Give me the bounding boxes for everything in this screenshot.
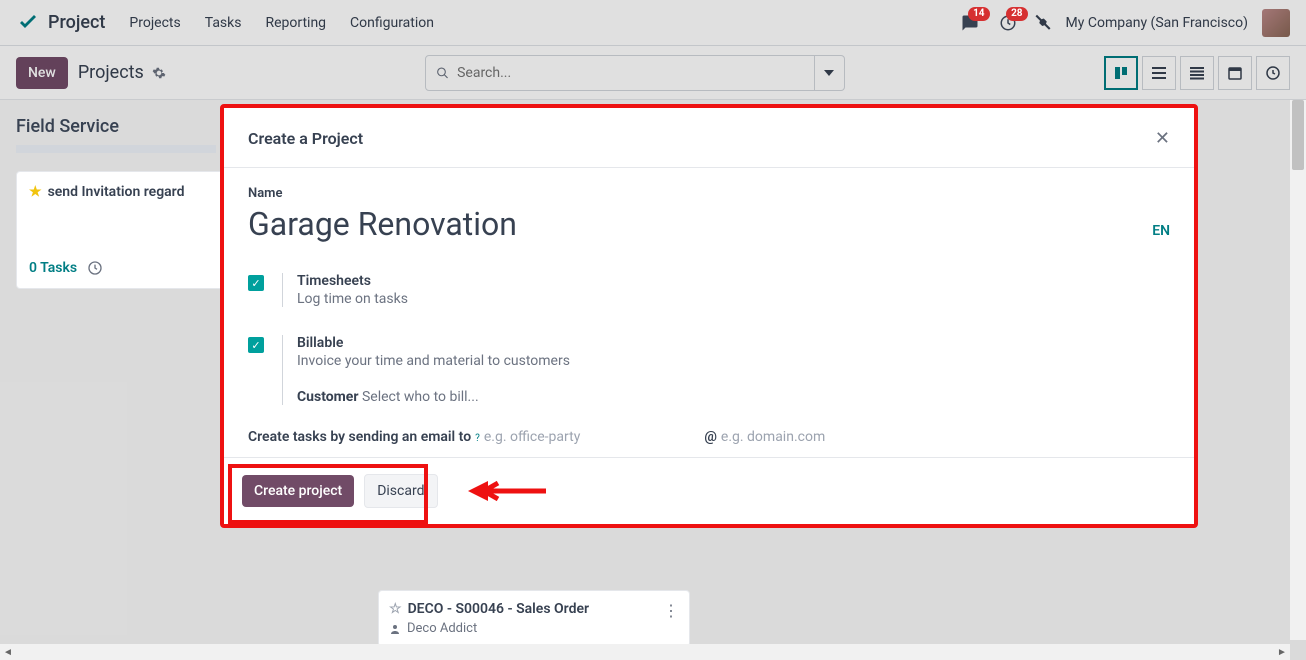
scroll-right-icon[interactable]: ► <box>1274 647 1290 658</box>
person-icon <box>389 623 401 635</box>
card-title: send Invitation regard <box>48 184 185 200</box>
scroll-left-icon[interactable]: ◄ <box>0 647 16 658</box>
discard-button[interactable]: Discard <box>364 474 437 508</box>
email-at: @ <box>704 429 717 445</box>
billable-title: Billable <box>297 335 570 351</box>
task-title: DECO - S00046 - Sales Order <box>408 601 589 617</box>
gear-icon[interactable] <box>152 66 166 80</box>
breadcrumb: Projects <box>78 62 144 83</box>
task-card[interactable]: ☆ DECO - S00046 - Sales Order Deco Addic… <box>378 590 690 647</box>
customer-label: Customer <box>297 389 358 405</box>
search-icon <box>436 66 449 80</box>
user-avatar[interactable] <box>1262 9 1290 37</box>
annotation-arrow-icon <box>466 479 546 503</box>
messages-badge: 14 <box>968 7 989 21</box>
modal-title: Create a Project <box>248 129 363 148</box>
vertical-scrollbar[interactable] <box>1290 100 1306 640</box>
view-switcher <box>1104 56 1290 90</box>
caret-down-icon <box>824 68 834 78</box>
nav-reporting[interactable]: Reporting <box>265 15 326 31</box>
name-row: EN <box>248 203 1170 245</box>
task-customer-row: Deco Addict <box>389 621 679 636</box>
star-icon[interactable]: ★ <box>29 184 42 200</box>
project-app-icon <box>16 11 40 35</box>
timesheets-title: Timesheets <box>297 273 408 289</box>
name-label: Name <box>248 186 1170 201</box>
view-calendar[interactable] <box>1218 56 1252 90</box>
email-alias-row: Create tasks by sending an email to ? e.… <box>248 429 1170 445</box>
customer-placeholder: Select who to bill... <box>362 389 479 405</box>
search-input[interactable] <box>457 65 804 81</box>
view-activity[interactable] <box>1256 56 1290 90</box>
kebab-icon[interactable]: ⋮ <box>663 601 679 620</box>
timesheets-desc: Log time on tasks <box>297 291 408 307</box>
top-nav: Project Projects Tasks Reporting Configu… <box>0 0 1306 46</box>
view-kanban[interactable] <box>1104 56 1138 90</box>
option-billable: ✓ Billable Invoice your time and materia… <box>248 335 1170 405</box>
email-alias-input[interactable]: e.g. office-party <box>484 429 580 445</box>
project-name-input[interactable] <box>248 203 888 245</box>
tasks-count[interactable]: 0 Tasks <box>29 260 77 276</box>
task-title-row: ☆ DECO - S00046 - Sales Order <box>389 601 679 617</box>
language-toggle[interactable]: EN <box>1152 223 1170 239</box>
nav-tasks[interactable]: Tasks <box>205 15 242 31</box>
create-project-modal: Create a Project ✕ Name EN ✓ Timesheets … <box>220 104 1198 528</box>
new-button[interactable]: New <box>16 57 68 89</box>
modal-body: Name EN ✓ Timesheets Log time on tasks ✓… <box>224 168 1194 457</box>
activities-badge: 28 <box>1006 7 1027 21</box>
company-selector[interactable]: My Company (San Francisco) <box>1066 15 1248 31</box>
scrollbar-thumb[interactable] <box>1292 100 1304 170</box>
create-project-button[interactable]: Create project <box>242 475 354 507</box>
messages-icon[interactable]: 14 <box>958 11 982 35</box>
control-panel: New Projects <box>0 46 1306 100</box>
activities-icon[interactable]: 28 <box>996 11 1020 35</box>
clock-icon[interactable] <box>87 260 103 276</box>
view-list2[interactable] <box>1180 56 1214 90</box>
topnav-right: 14 28 My Company (San Francisco) <box>958 9 1290 37</box>
progress-bar <box>16 145 216 153</box>
help-icon[interactable]: ? <box>475 433 480 444</box>
nav-projects[interactable]: Projects <box>129 15 180 31</box>
search-box[interactable] <box>425 55 815 91</box>
email-prefix: Create tasks by sending an email to <box>248 429 471 445</box>
customer-row[interactable]: Customer Select who to bill... <box>297 389 570 405</box>
star-outline-icon[interactable]: ☆ <box>389 601 402 617</box>
modal-footer: Create project Discard <box>224 457 1194 524</box>
billable-desc: Invoice your time and material to custom… <box>297 353 570 369</box>
search-wrap <box>425 55 845 91</box>
option-timesheets-body: Timesheets Log time on tasks <box>282 273 408 307</box>
modal-header: Create a Project ✕ <box>224 108 1194 168</box>
horizontal-scrollbar[interactable]: ◄ ► <box>0 644 1290 660</box>
search-options-toggle[interactable] <box>815 55 845 91</box>
email-domain-input[interactable]: e.g. domain.com <box>721 429 825 445</box>
checkbox-timesheets[interactable]: ✓ <box>248 275 264 291</box>
scroll-track[interactable] <box>16 644 1274 660</box>
nav-configuration[interactable]: Configuration <box>350 15 434 31</box>
option-billable-body: Billable Invoice your time and material … <box>282 335 570 405</box>
app-title[interactable]: Project <box>48 12 105 33</box>
task-customer: Deco Addict <box>407 621 477 636</box>
checkbox-billable[interactable]: ✓ <box>248 337 264 353</box>
view-list[interactable] <box>1142 56 1176 90</box>
option-timesheets: ✓ Timesheets Log time on tasks <box>248 273 1170 307</box>
nav-links: Projects Tasks Reporting Configuration <box>129 15 434 31</box>
tools-icon[interactable] <box>1034 14 1052 32</box>
close-icon[interactable]: ✕ <box>1155 128 1170 149</box>
